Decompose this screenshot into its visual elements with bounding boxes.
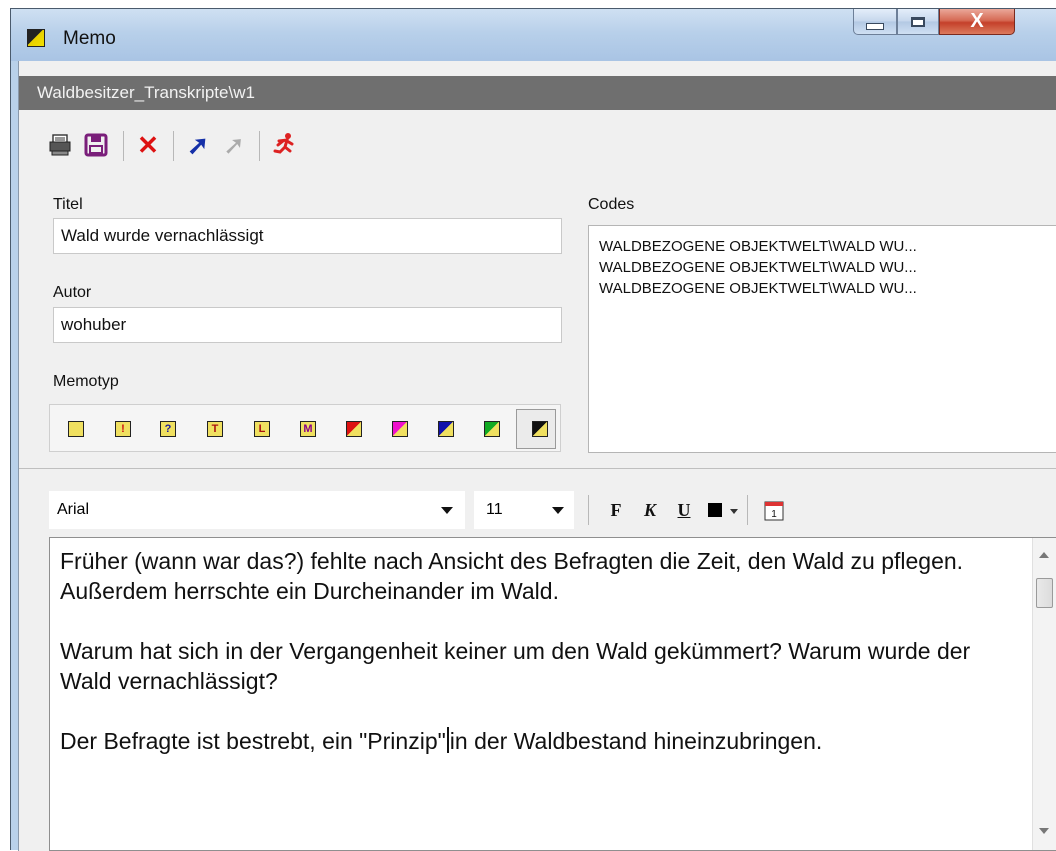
- running-man-icon: [273, 133, 294, 154]
- jump-button[interactable]: ➚: [183, 127, 213, 163]
- toolbar-separator: [173, 131, 174, 161]
- memo-type-exclamation-icon[interactable]: !: [115, 421, 131, 437]
- code-item[interactable]: WALDBEZOGENE OBJEKTWELT\WALD WU...: [599, 257, 1056, 278]
- memo-text-run: in der Waldbestand hineinzubringen.: [449, 728, 823, 754]
- underline-button[interactable]: U: [673, 491, 695, 529]
- vertical-scrollbar[interactable]: [1032, 538, 1056, 850]
- insert-date-button[interactable]: 1: [761, 491, 787, 529]
- codes-label: Codes: [588, 196, 635, 213]
- bold-button[interactable]: F: [605, 491, 627, 529]
- memo-type-green-icon[interactable]: [484, 421, 500, 437]
- maximize-icon: [911, 16, 925, 27]
- svg-text:1: 1: [771, 509, 777, 520]
- scroll-up-icon[interactable]: [1039, 552, 1049, 558]
- title-bar[interactable]: Memo X: [11, 9, 1056, 61]
- window-title: Memo: [63, 28, 116, 49]
- memo-text[interactable]: Früher (wann war das?) fehlte nach Ansic…: [60, 546, 1010, 756]
- text-color-button[interactable]: [705, 491, 741, 529]
- memo-paragraph: Der Befragte ist bestrebt, ein "Prinzip"…: [60, 726, 1010, 756]
- font-select-value: Arial: [57, 501, 90, 518]
- toolbar-separator: [747, 495, 748, 525]
- memo-type-magenta-icon[interactable]: [392, 421, 408, 437]
- color-swatch-icon: [707, 503, 722, 517]
- memo-type-t-icon[interactable]: T: [207, 421, 223, 437]
- code-item[interactable]: WALDBEZOGENE OBJEKTWELT\WALD WU...: [599, 278, 1056, 299]
- memo-text-editor[interactable]: Früher (wann war das?) fehlte nach Ansic…: [49, 537, 1056, 851]
- titel-label: Titel: [53, 196, 83, 213]
- chevron-down-icon: [730, 509, 738, 514]
- minimize-button[interactable]: [853, 9, 897, 35]
- document-path-header: Waldbesitzer_Transkripte\w1: [19, 76, 1056, 110]
- format-toolbar: Arial 11 F K U 1: [49, 487, 1056, 533]
- memo-type-plain-icon[interactable]: [68, 421, 84, 437]
- memo-type-question-icon[interactable]: ?: [160, 421, 176, 437]
- delete-button[interactable]: ✕: [133, 127, 163, 163]
- close-icon: X: [970, 10, 984, 32]
- memo-toolbar: ✕ ➚ ➚: [19, 127, 419, 167]
- memo-content: Waldbesitzer_Transkripte\w1 ✕ ➚ ➚ Titel …: [18, 61, 1056, 851]
- memo-type-red-icon[interactable]: [346, 421, 362, 437]
- run-button[interactable]: [269, 127, 299, 163]
- font-size-select[interactable]: 11: [474, 491, 574, 529]
- toolbar-separator: [123, 131, 124, 161]
- memo-text-run: Der Befragte ist bestrebt, ein "Prinzip": [60, 728, 446, 754]
- jump-disabled-button[interactable]: ➚: [219, 127, 249, 163]
- save-button[interactable]: [81, 127, 111, 163]
- memo-paragraph: Früher (wann war das?) fehlte nach Ansic…: [60, 548, 964, 604]
- jump-disabled-icon: ➚: [223, 129, 245, 160]
- font-select[interactable]: Arial: [49, 491, 465, 529]
- print-icon: [49, 134, 71, 156]
- text-caret: [446, 727, 449, 753]
- memo-type-l-icon[interactable]: L: [254, 421, 270, 437]
- memotype-selector: !? T L M: [49, 404, 561, 452]
- delete-icon: ✕: [137, 129, 159, 160]
- memo-type-black-icon[interactable]: [532, 421, 548, 437]
- scroll-down-icon[interactable]: [1039, 828, 1049, 834]
- memo-paragraph: Warum hat sich in der Vergangenheit kein…: [60, 638, 971, 694]
- memotyp-label: Memotyp: [53, 373, 119, 390]
- codes-list[interactable]: WALDBEZOGENE OBJEKTWELT\WALD WU... WALDB…: [588, 225, 1056, 453]
- memo-type-m-icon[interactable]: M: [300, 421, 316, 437]
- print-button[interactable]: [45, 127, 75, 163]
- chevron-down-icon: [441, 507, 453, 514]
- chevron-down-icon: [552, 507, 564, 514]
- memo-window: Memo X Waldbesitzer_Transkripte\w1 ✕ ➚ ➚…: [10, 8, 1056, 851]
- jump-arrow-icon: ➚: [187, 129, 209, 160]
- autor-field[interactable]: wohuber: [53, 307, 562, 343]
- calendar-icon: 1: [764, 501, 784, 521]
- section-divider: [19, 468, 1056, 469]
- toolbar-separator: [588, 495, 589, 525]
- code-item[interactable]: WALDBEZOGENE OBJEKTWELT\WALD WU...: [599, 236, 1056, 257]
- italic-button[interactable]: K: [639, 491, 661, 529]
- save-icon: [84, 133, 108, 157]
- autor-label: Autor: [53, 284, 92, 301]
- memo-type-blue-icon[interactable]: [438, 421, 454, 437]
- minimize-icon: [866, 22, 884, 30]
- memo-app-icon: [27, 29, 45, 47]
- titel-field[interactable]: Wald wurde vernachlässigt: [53, 218, 562, 254]
- close-button[interactable]: X: [939, 9, 1015, 35]
- toolbar-separator: [259, 131, 260, 161]
- scrollbar-thumb[interactable]: [1036, 578, 1053, 608]
- font-size-value: 11: [486, 501, 503, 518]
- maximize-button[interactable]: [897, 9, 939, 35]
